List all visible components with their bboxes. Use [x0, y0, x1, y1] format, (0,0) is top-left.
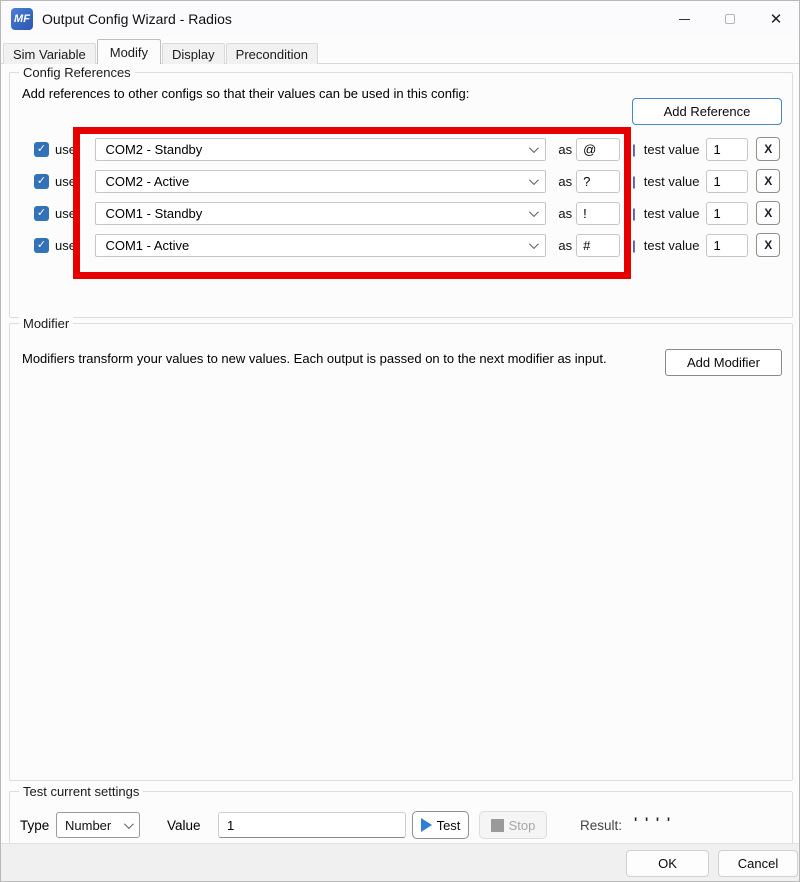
tab-modify[interactable]: Modify [97, 39, 161, 64]
type-label: Type [20, 818, 49, 833]
ok-button[interactable]: OK [626, 850, 709, 877]
config-reference-row: ✓ use COM2 - Standby as | test value X [34, 137, 780, 161]
use-label: use [55, 238, 80, 253]
modifier-group: Modifier Modifiers transform your values… [9, 323, 793, 781]
test-settings-group: Test current settings Type Number Value … [9, 791, 793, 845]
config-select[interactable]: COM1 - Standby [95, 202, 546, 225]
window-controls: ✕ [661, 1, 799, 37]
cancel-button[interactable]: Cancel [718, 850, 798, 877]
delete-reference-button[interactable]: X [756, 137, 780, 161]
minimize-button[interactable] [661, 1, 707, 37]
separator: | [632, 174, 636, 189]
alias-input[interactable] [576, 170, 620, 193]
minimize-icon [679, 19, 690, 20]
test-value-input[interactable] [706, 202, 748, 225]
chevron-down-icon [529, 143, 539, 153]
modifier-description: Modifiers transform your values to new v… [22, 351, 607, 366]
group-label: Modifier [19, 316, 73, 331]
value-input[interactable] [218, 812, 406, 838]
as-label: as [558, 206, 572, 221]
value-label: Value [167, 818, 201, 833]
chevron-down-icon [529, 175, 539, 185]
test-value-label: test value [644, 174, 700, 189]
dialog-footer: OK Cancel [1, 843, 799, 881]
output-config-wizard-dialog: MF Output Config Wizard - Radios ✕ Sim V… [0, 0, 800, 882]
chevron-down-icon [124, 819, 134, 829]
stop-button-label: Stop [509, 818, 536, 833]
close-icon: ✕ [770, 12, 783, 27]
maximize-icon [725, 14, 735, 24]
chevron-down-icon [529, 207, 539, 217]
test-button[interactable]: Test [412, 811, 469, 839]
alias-input[interactable] [576, 234, 620, 257]
alias-input[interactable] [576, 138, 620, 161]
type-select-value: Number [65, 818, 111, 833]
stop-icon [491, 819, 504, 832]
as-label: as [558, 238, 572, 253]
config-select-value: COM1 - Active [105, 238, 189, 253]
use-checkbox[interactable]: ✓ [34, 174, 49, 189]
window-title: Output Config Wizard - Radios [42, 11, 232, 27]
test-value-label: test value [644, 142, 700, 157]
tab-precondition[interactable]: Precondition [226, 43, 318, 64]
close-button[interactable]: ✕ [753, 1, 799, 37]
tab-display[interactable]: Display [162, 43, 225, 64]
alias-input[interactable] [576, 202, 620, 225]
type-select[interactable]: Number [56, 812, 140, 838]
use-label: use [55, 142, 80, 157]
stop-button[interactable]: Stop [479, 811, 547, 839]
config-select-value: COM2 - Active [105, 174, 189, 189]
add-reference-button[interactable]: Add Reference [632, 98, 782, 125]
tab-strip: Sim Variable Modify Display Precondition [3, 39, 319, 64]
config-select-value: COM2 - Standby [105, 142, 202, 157]
separator: | [632, 206, 636, 221]
separator: | [632, 238, 636, 253]
chevron-down-icon [529, 239, 539, 249]
delete-reference-button[interactable]: X [756, 201, 780, 225]
test-value-label: test value [644, 206, 700, 221]
config-reference-row: ✓ use COM1 - Active as | test value X [34, 233, 780, 257]
play-icon [421, 818, 432, 832]
as-label: as [558, 142, 572, 157]
config-reference-row: ✓ use COM2 - Active as | test value X [34, 169, 780, 193]
use-label: use [55, 206, 80, 221]
test-value-input[interactable] [706, 234, 748, 257]
test-button-label: Test [437, 818, 461, 833]
use-label: use [55, 174, 80, 189]
test-value-input[interactable] [706, 170, 748, 193]
maximize-button[interactable] [707, 1, 753, 37]
test-value-input[interactable] [706, 138, 748, 161]
use-checkbox[interactable]: ✓ [34, 142, 49, 157]
titlebar: MF Output Config Wizard - Radios ✕ [1, 1, 799, 37]
config-select-value: COM1 - Standby [105, 206, 202, 221]
config-references-group: Config References Add references to othe… [9, 72, 793, 318]
test-value-label: test value [644, 238, 700, 253]
config-references-description: Add references to other configs so that … [22, 86, 469, 101]
config-reference-row: ✓ use COM1 - Standby as | test value X [34, 201, 780, 225]
separator: | [632, 142, 636, 157]
use-checkbox[interactable]: ✓ [34, 206, 49, 221]
result-label: Result: [580, 818, 622, 833]
use-checkbox[interactable]: ✓ [34, 238, 49, 253]
delete-reference-button[interactable]: X [756, 233, 780, 257]
app-logo-icon: MF [11, 8, 33, 30]
tab-sim-variable[interactable]: Sim Variable [3, 43, 96, 64]
config-select[interactable]: COM1 - Active [95, 234, 546, 257]
as-label: as [558, 174, 572, 189]
config-select[interactable]: COM2 - Active [95, 170, 546, 193]
delete-reference-button[interactable]: X [756, 169, 780, 193]
config-select[interactable]: COM2 - Standby [95, 138, 546, 161]
result-value: ' ' ' ' [634, 815, 672, 830]
add-modifier-button[interactable]: Add Modifier [665, 349, 782, 376]
group-label: Test current settings [19, 784, 143, 799]
group-label: Config References [19, 65, 135, 80]
